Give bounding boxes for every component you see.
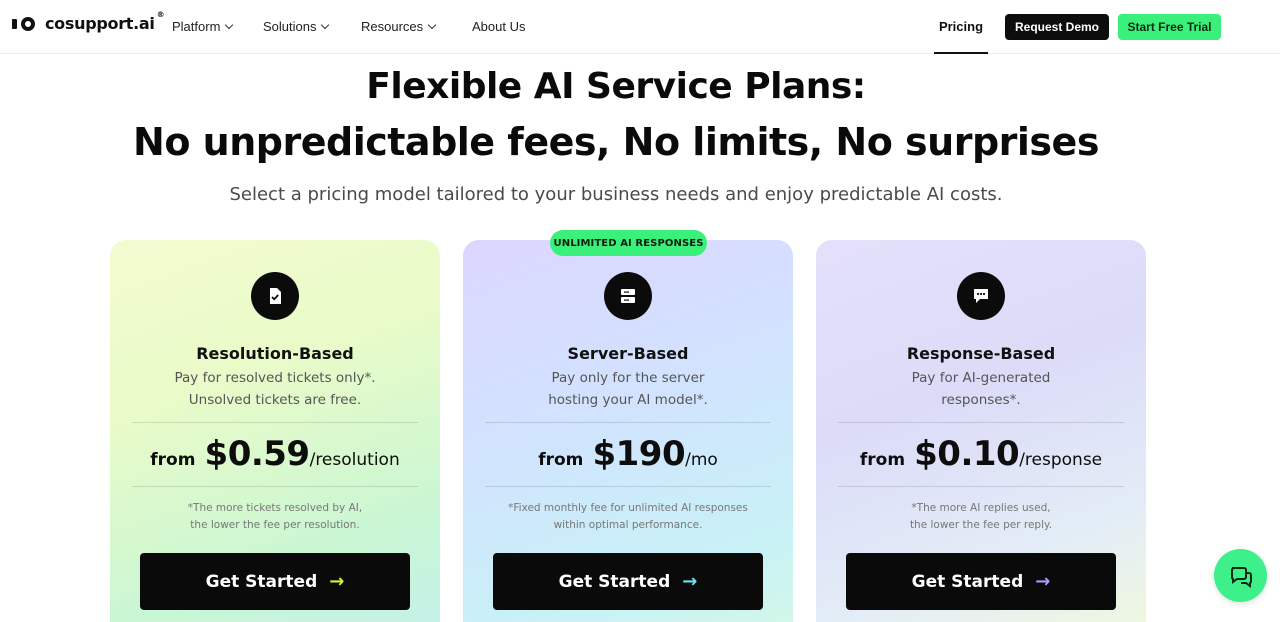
brand-name: cosupport.ai ® [45,10,165,33]
plan-title: Resolution-Based [196,344,354,363]
arrow-right-icon: → [329,571,345,592]
plan-price: from $190/mo [538,434,718,474]
plan-footnote: *Fixed monthly fee for unlimited AI resp… [508,502,748,531]
get-started-button[interactable]: Get Started → [493,553,763,610]
plan-description: Pay for AI-generated responses*. [911,370,1051,408]
nav-resources[interactable]: Resources [361,19,437,34]
nav-resources-label: Resources [361,19,424,34]
server-icon [604,272,652,320]
divider [485,422,771,423]
request-demo-button[interactable]: Request Demo [1005,14,1109,40]
chat-icon [1230,566,1252,588]
plan-description: Pay only for the server hosting your AI … [548,370,708,408]
get-started-button[interactable]: Get Started → [846,553,1116,610]
chat-bubble-icon [957,272,1005,320]
top-navigation: cosupport.ai ® Platform Solutions Resourc… [0,0,1280,54]
plan-title: Server-Based [567,344,689,363]
plan-card-resolution: Resolution-Based Pay for resolved ticket… [110,240,440,622]
nav-solutions-label: Solutions [263,19,317,34]
plan-title: Response-Based [906,344,1056,363]
logo-icon [12,16,39,31]
divider [132,486,418,487]
plan-footnote: *The more tickets resolved by AI, the lo… [187,502,363,531]
start-free-trial-button[interactable]: Start Free Trial [1118,14,1221,40]
nav-solutions[interactable]: Solutions [263,19,330,34]
unlimited-responses-badge: UNLIMITED AI RESPONSES [550,230,707,256]
page-title-line-1: Flexible AI Service Plans: [366,66,866,107]
plan-price: from $0.59/resolution [150,434,400,474]
arrow-right-icon: → [682,571,698,592]
chevron-down-icon [225,20,234,30]
plan-description: Pay for resolved tickets only*. Unsolved… [174,370,376,408]
get-started-button[interactable]: Get Started → [140,553,410,610]
nav-platform[interactable]: Platform [172,19,234,34]
divider [838,422,1124,423]
divider [838,486,1124,487]
plan-footnote: *The more AI replies used, the lower the… [909,502,1053,531]
plan-card-response: Response-Based Pay for AI-generated resp… [816,240,1146,622]
page-subtitle: Select a pricing model tailored to your … [229,184,1003,205]
document-check-icon [251,272,299,320]
divider [132,422,418,423]
brand-logo[interactable]: cosupport.ai ® [12,10,165,33]
nav-pricing[interactable]: Pricing [934,0,988,54]
nav-platform-label: Platform [172,19,221,34]
nav-about-label: About Us [472,19,526,34]
arrow-right-icon: → [1035,571,1051,592]
plan-card-server: Server-Based Pay only for the server hos… [463,240,793,622]
divider [485,486,771,487]
chevron-down-icon [427,20,437,30]
page-title-line-2: No unpredictable fees, No limits, No sur… [133,120,1099,164]
chat-widget-button[interactable] [1214,549,1267,602]
nav-about-us[interactable]: About Us [472,19,525,34]
plan-price: from $0.10/response [859,434,1103,474]
chevron-down-icon [321,20,330,30]
